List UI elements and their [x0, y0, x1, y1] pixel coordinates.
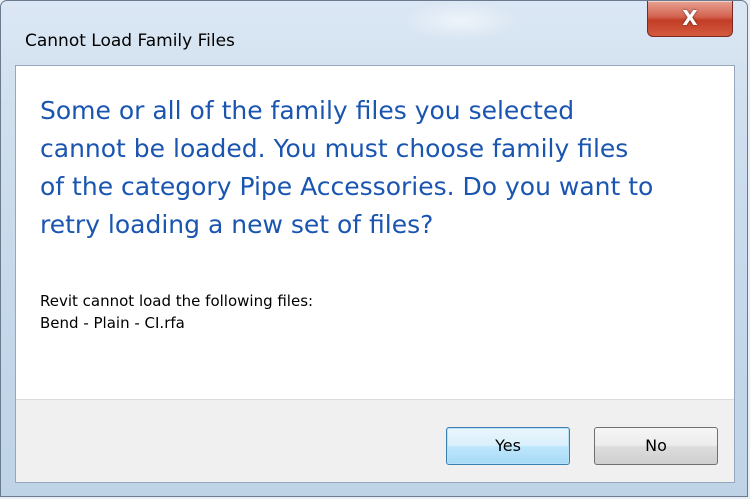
main-instruction-line: retry loading a new set of files?: [40, 210, 434, 239]
close-button[interactable]: X: [647, 1, 733, 37]
yes-button[interactable]: Yes: [446, 427, 570, 465]
window-title: Cannot Load Family Files: [25, 31, 235, 51]
detail-text: Revit cannot load the following files: B…: [40, 290, 313, 334]
button-bar: Yes No: [16, 399, 734, 482]
main-instruction: Some or all of the family files you sele…: [40, 92, 730, 244]
title-bar-glare: [401, 1, 521, 41]
close-icon: X: [682, 6, 698, 30]
main-instruction-line: cannot be loaded. You must choose family…: [40, 134, 629, 163]
dialog-window: Cannot Load Family Files X Some or all o…: [0, 0, 748, 497]
failed-file-name: Bend - Plain - CI.rfa: [40, 314, 185, 332]
dialog-content: Some or all of the family files you sele…: [15, 65, 735, 483]
main-instruction-line: Some or all of the family files you sele…: [40, 96, 575, 125]
detail-line: Revit cannot load the following files:: [40, 292, 314, 310]
title-bar[interactable]: Cannot Load Family Files X: [1, 1, 747, 63]
no-button[interactable]: No: [594, 427, 718, 465]
main-instruction-line: of the category Pipe Accessories. Do you…: [40, 172, 654, 201]
